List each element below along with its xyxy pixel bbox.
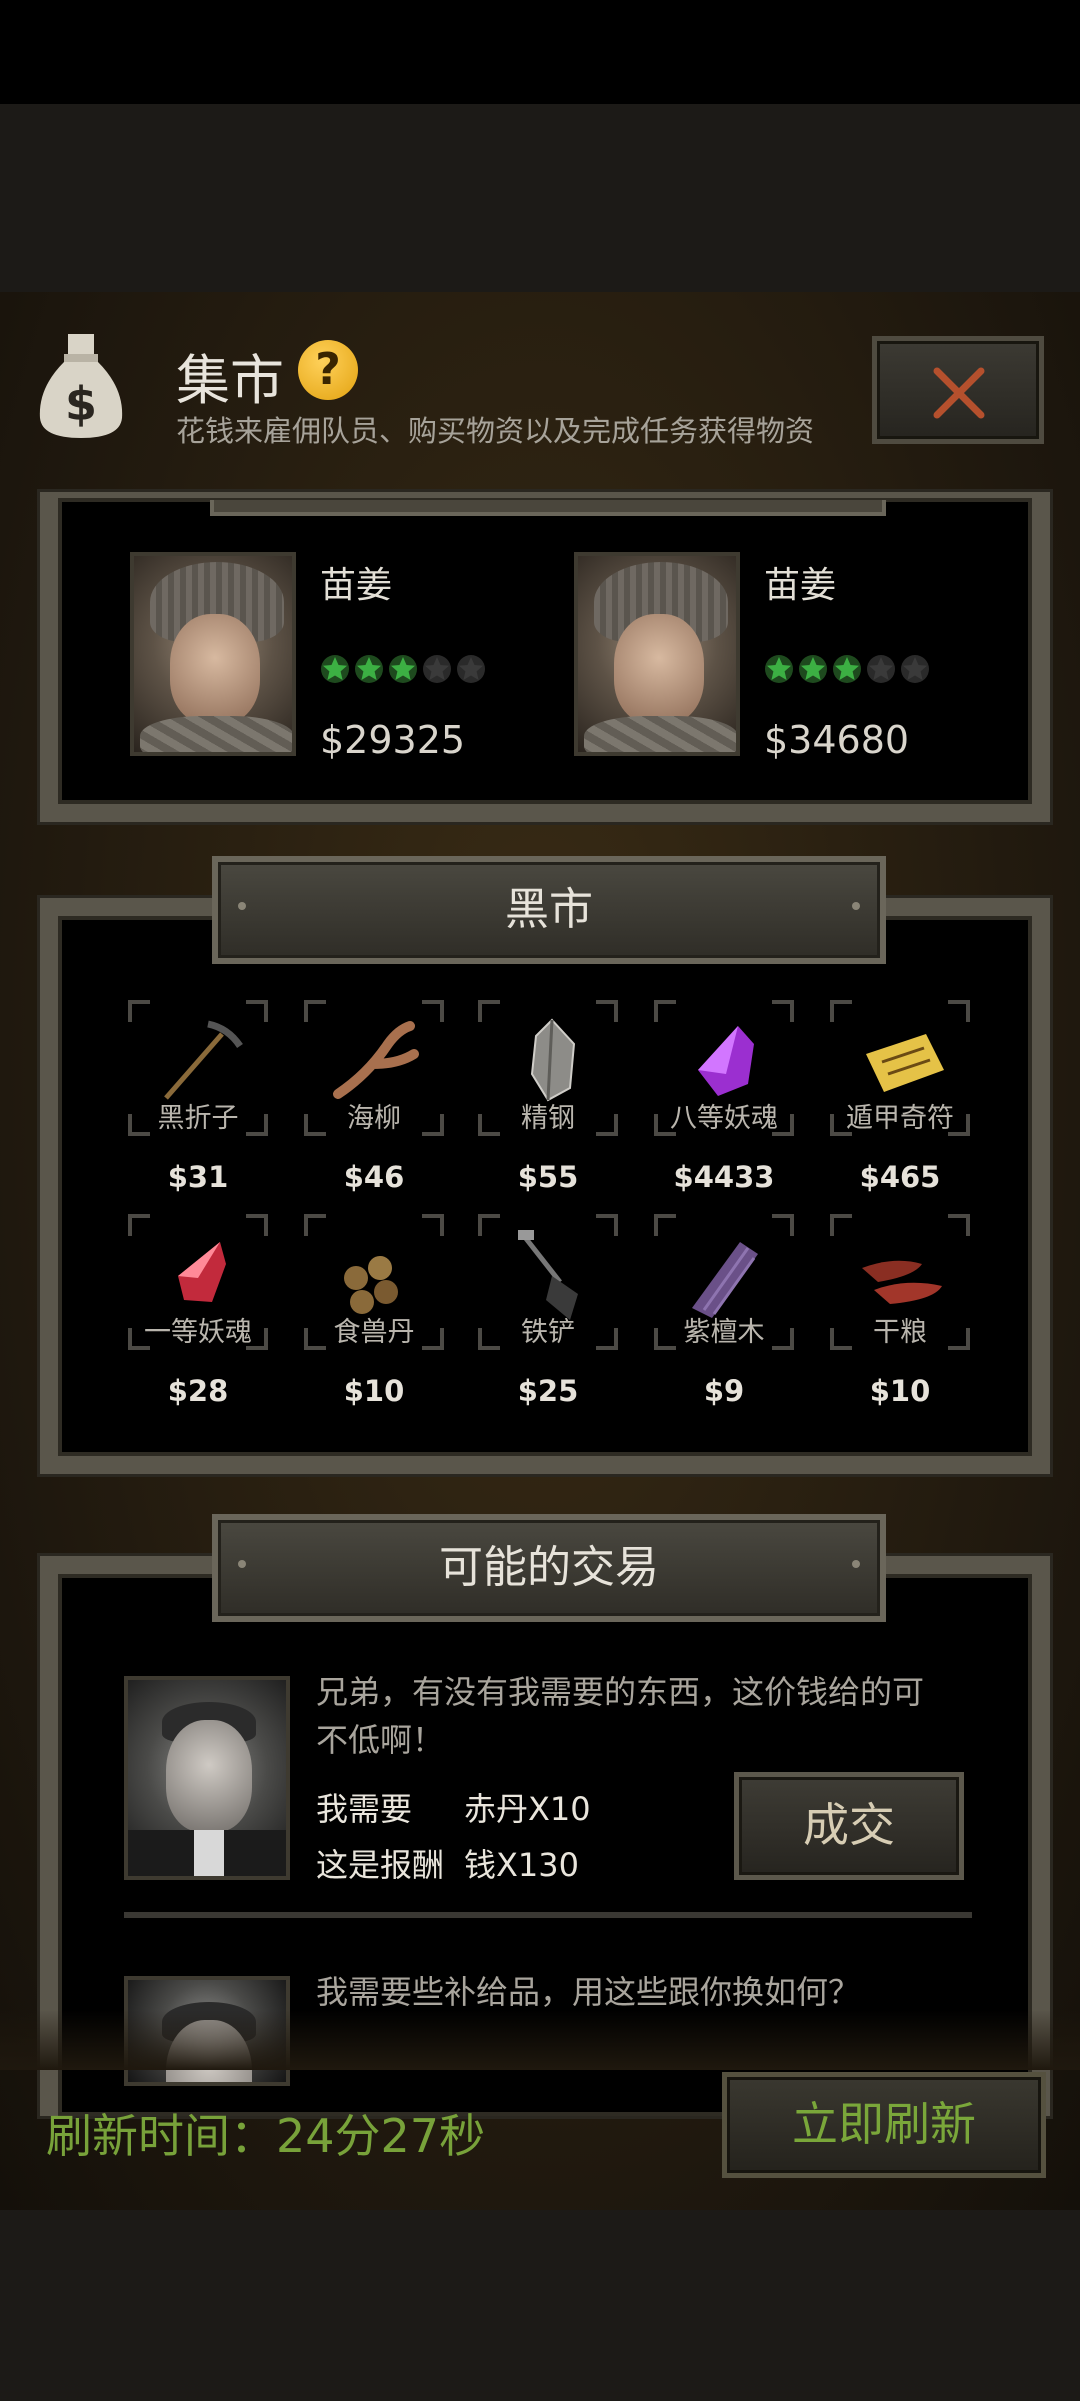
hire-price: $34680 <box>764 718 910 762</box>
market-item-name: 海柳 <box>347 1103 401 1134</box>
trade-message: 我需要些补给品，用这些跟你换如何？ <box>316 1973 861 2011</box>
hire-portrait[interactable] <box>574 552 740 756</box>
trade-need-value: 赤丹X10 <box>464 1790 591 1828</box>
trade-reward-label: 这是报酬 <box>316 1846 445 1884</box>
hire-portrait[interactable] <box>130 552 296 756</box>
market-item-price: $25 <box>517 1374 579 1408</box>
trades-title: 可能的交易 <box>212 1514 886 1622</box>
trade-message: 兄弟，有没有我需要的东西，这价钱给的可 不低啊！ <box>316 1673 925 1759</box>
hire-price: $29325 <box>320 718 466 762</box>
hire-name: 苗姜 <box>764 565 837 606</box>
svg-text:$: $ <box>65 377 97 431</box>
market-item-name: 八等妖魂 <box>670 1103 778 1134</box>
market-item-price: $31 <box>167 1160 229 1194</box>
deal-button[interactable]: 成交 <box>734 1772 964 1880</box>
market-item[interactable]: 遁甲奇符 <box>830 1000 970 1136</box>
market-item-price: $4433 <box>673 1160 775 1194</box>
market-item-price: $10 <box>343 1374 405 1408</box>
market-item-name: 紫檀木 <box>683 1317 765 1348</box>
help-icon[interactable]: ? <box>298 340 358 400</box>
trader-portrait <box>124 1676 290 1880</box>
market-item-name: 黑折子 <box>157 1103 239 1134</box>
market-item-name: 精钢 <box>521 1103 575 1134</box>
hire-name: 苗姜 <box>320 565 393 606</box>
market-item[interactable]: 紫檀木 <box>654 1214 794 1350</box>
trade-need-label: 我需要 <box>316 1790 413 1828</box>
refresh-timer: 刷新时间：24分27秒 <box>46 2109 486 2163</box>
market-item-price: $55 <box>517 1160 579 1194</box>
page-subtitle: 花钱来雇佣队员、购买物资以及完成任务获得物资 <box>176 414 815 448</box>
market-item-name: 铁铲 <box>521 1317 575 1348</box>
close-icon <box>933 367 985 419</box>
market-item[interactable]: 八等妖魂 <box>654 1000 794 1136</box>
market-item-price: $28 <box>167 1374 229 1408</box>
market-item-price: $465 <box>859 1160 941 1194</box>
page-title: 集市 <box>176 349 284 412</box>
market-item[interactable]: 海柳 <box>304 1000 444 1136</box>
close-button[interactable] <box>872 336 1044 444</box>
refresh-now-button[interactable]: 立即刷新 <box>722 2072 1046 2178</box>
money-bag-icon: $ <box>39 334 123 438</box>
market-item[interactable]: 干粮 <box>830 1214 970 1350</box>
status-bar <box>0 0 1080 104</box>
hire-plaque-edge <box>210 500 886 516</box>
list-fade <box>0 2010 1080 2070</box>
black-market-title: 黑市 <box>212 856 886 964</box>
market-item-name: 遁甲奇符 <box>846 1103 954 1134</box>
navigation-bar <box>0 2210 1080 2401</box>
market-item-name: 一等妖魂 <box>144 1317 252 1348</box>
market-item-price: $10 <box>869 1374 931 1408</box>
market-item[interactable]: 食兽丹 <box>304 1214 444 1350</box>
trade-reward-value: 钱X130 <box>464 1846 580 1884</box>
market-item-price: $9 <box>703 1374 745 1408</box>
hire-stars <box>764 654 934 684</box>
market-item[interactable]: 精钢 <box>478 1000 618 1136</box>
market-item[interactable]: 黑折子 <box>128 1000 268 1136</box>
market-item[interactable]: 一等妖魂 <box>128 1214 268 1350</box>
market-item-name: 干粮 <box>873 1317 927 1348</box>
trade-divider <box>124 1912 972 1918</box>
hire-stars <box>320 654 490 684</box>
market-item-name: 食兽丹 <box>333 1317 415 1348</box>
market-item-price: $46 <box>343 1160 405 1194</box>
market-item[interactable]: 铁铲 <box>478 1214 618 1350</box>
